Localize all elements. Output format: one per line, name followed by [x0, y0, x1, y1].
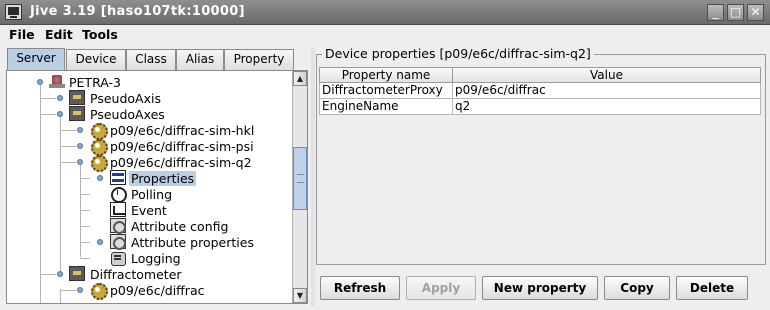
menu-edit[interactable]: Edit	[45, 27, 73, 42]
column-header-property-name[interactable]: Property name	[319, 67, 453, 83]
tree-node-label: PseudoAxis	[90, 91, 161, 106]
refresh-button[interactable]: Refresh	[320, 276, 400, 300]
tree-toggle-handle[interactable]	[57, 271, 63, 277]
tab-alias[interactable]: Alias	[176, 49, 224, 70]
tree-node-label: PseudoAxes	[90, 107, 165, 122]
tree-node-label: p09/e6c/diffrac-sim-q2	[110, 155, 252, 170]
tree-node-label: Polling	[131, 187, 173, 202]
tree-node-label: p09/e6c/diffrac-sim-psi	[110, 139, 254, 154]
server-tree[interactable]: PETRA-3 PseudoAxis PseudoAxes p09/e6c/di…	[6, 70, 308, 304]
device-properties-title: Device properties [p09/e6c/diffrac-sim-q…	[322, 46, 594, 61]
tab-device[interactable]: Device	[66, 49, 126, 70]
property-name-cell[interactable]: DiffractometerProxy	[319, 83, 453, 99]
petra-icon	[49, 74, 65, 89]
tree-node-label: Attribute config	[131, 219, 229, 234]
server-icon	[69, 266, 85, 281]
attribute-properties-icon	[110, 234, 126, 250]
tab-property[interactable]: Property	[224, 49, 294, 70]
tree-node-label: p09/e6c/diffrac-sim-hkl	[110, 123, 255, 138]
tab-class[interactable]: Class	[126, 49, 176, 70]
tree-toggle-handle[interactable]	[97, 239, 103, 245]
scroll-thumb[interactable]	[293, 147, 307, 210]
minimize-button[interactable]: _	[707, 4, 724, 21]
tree-toggle-handle[interactable]	[97, 175, 103, 181]
properties-icon	[110, 170, 126, 185]
tree-toggle-handle[interactable]	[57, 111, 63, 117]
device-gear-icon	[90, 154, 108, 172]
tree-toggle-handle[interactable]	[77, 143, 83, 149]
copy-button[interactable]: Copy	[604, 276, 670, 300]
tree-toggle-handle[interactable]	[77, 159, 83, 165]
new-property-button[interactable]: New property	[482, 276, 598, 300]
title-bar: Jive 3.19 [haso107tk:10000] _ □ ✕	[0, 0, 770, 25]
tree-node-label: Diffractometer	[90, 267, 182, 282]
tree-scrollbar[interactable]: ▲ ▼	[292, 71, 307, 303]
polling-clock-icon	[110, 186, 127, 203]
property-name-cell[interactable]: EngineName	[319, 99, 453, 115]
scroll-up-button[interactable]: ▲	[293, 71, 307, 86]
menu-file[interactable]: File	[9, 27, 35, 42]
tree-toggle-handle[interactable]	[37, 79, 43, 85]
tree-toggle-handle[interactable]	[57, 95, 63, 101]
tree-node-label: p09/e6c/diffrac	[110, 283, 205, 298]
menu-bar: File Edit Tools	[0, 25, 770, 45]
tree-node-label: Logging	[131, 251, 181, 266]
tree-panel: Server Device Class Alias Property PETRA…	[4, 47, 310, 306]
scroll-down-button[interactable]: ▼	[293, 288, 307, 303]
attribute-config-icon	[110, 218, 126, 234]
menu-tools[interactable]: Tools	[82, 27, 118, 42]
tree-node-label: Properties	[129, 171, 197, 186]
tree-toggle-handle[interactable]	[77, 127, 83, 133]
tree-node-label: Event	[131, 203, 167, 218]
window-title: Jive 3.19 [haso107tk:10000]	[30, 4, 245, 19]
tab-server[interactable]: Server	[7, 48, 65, 70]
tree-toggle-handle[interactable]	[77, 287, 83, 293]
logging-icon	[110, 250, 126, 266]
jive-app-icon[interactable]	[5, 4, 22, 20]
server-icon	[69, 90, 85, 105]
apply-button[interactable]: Apply	[406, 276, 476, 300]
property-value-cell[interactable]: q2	[453, 99, 761, 115]
server-icon	[69, 106, 85, 121]
close-button[interactable]: ✕	[747, 4, 764, 21]
device-gear-icon	[90, 138, 108, 156]
maximize-button[interactable]: □	[727, 4, 744, 21]
column-header-value[interactable]: Value	[452, 67, 761, 83]
delete-button[interactable]: Delete	[676, 276, 748, 300]
device-gear-icon	[90, 282, 108, 300]
device-gear-icon	[90, 122, 108, 140]
property-value-cell[interactable]: p09/e6c/diffrac	[453, 83, 761, 99]
tree-node-label: Attribute properties	[131, 235, 254, 250]
split-pane-divider[interactable]	[311, 47, 315, 306]
event-chart-icon	[110, 202, 126, 217]
tree-node-label: PETRA-3	[69, 75, 121, 90]
